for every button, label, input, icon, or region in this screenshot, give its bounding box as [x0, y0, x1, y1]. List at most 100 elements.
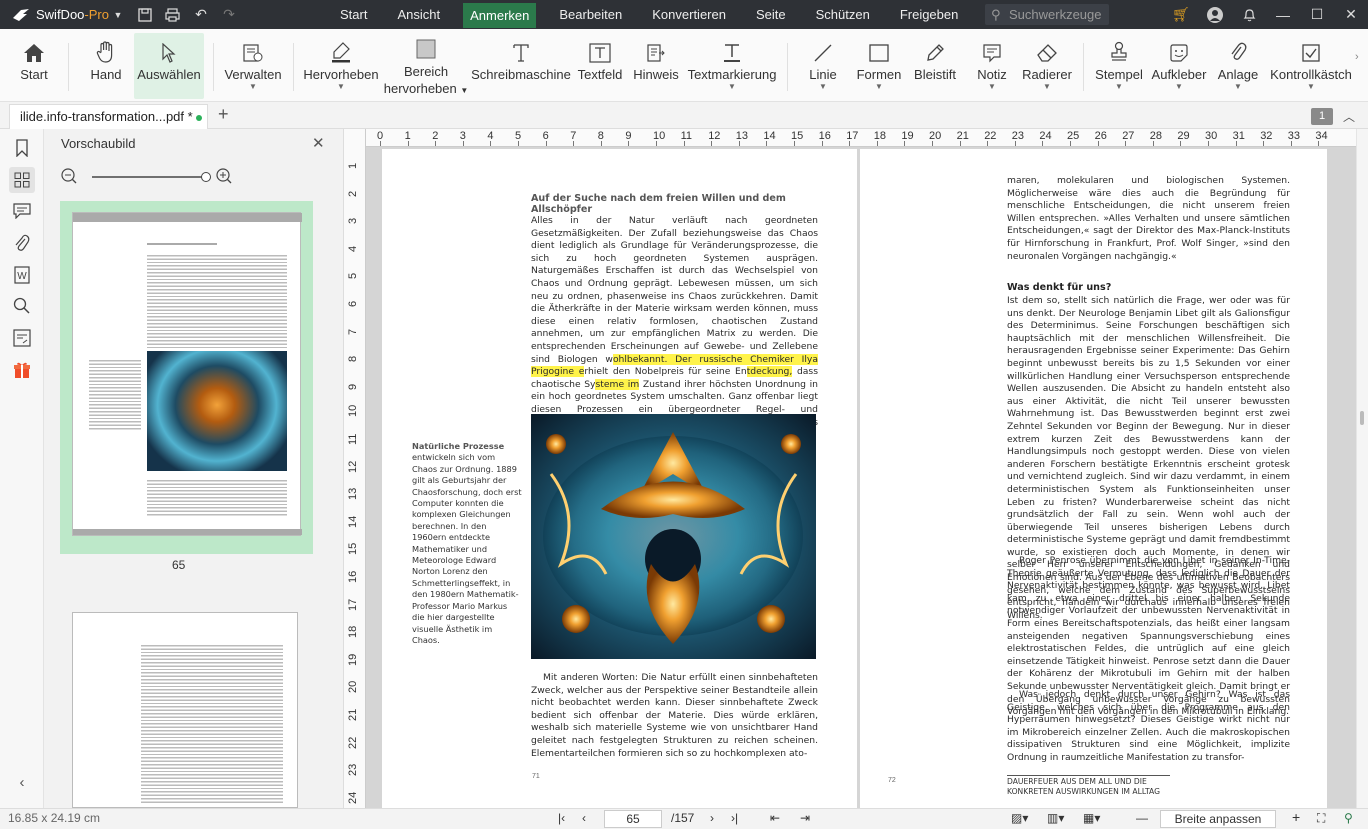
menu-tab-schuetzen[interactable]: Schützen — [801, 0, 885, 29]
note-icon — [982, 33, 1002, 63]
ruler-tick-label: 21 — [347, 708, 359, 721]
last-page-icon[interactable]: ›| — [731, 811, 738, 825]
collapse-panel-icon[interactable]: ‹ — [9, 769, 35, 795]
scrollbar-thumb[interactable] — [1360, 411, 1364, 425]
menu-tab-seite[interactable]: Seite — [741, 0, 801, 29]
hand-button[interactable]: Hand — [86, 33, 126, 99]
thumbnail-page-65[interactable] — [72, 212, 302, 536]
ruler-tick-label: 24 — [1039, 130, 1052, 142]
highlight-button[interactable]: Hervorheben ▼ — [303, 33, 379, 99]
undo-icon[interactable]: ↶ — [187, 0, 215, 29]
print-icon[interactable] — [159, 0, 187, 29]
menu-tab-anmerken[interactable]: Anmerken — [463, 3, 537, 28]
ruler-tick-label: 12 — [347, 460, 359, 473]
pin-icon[interactable]: ⚲ — [1344, 811, 1353, 825]
pdf-page-72[interactable]: maren, molekularen und biologischen Syst… — [860, 149, 1327, 808]
zoom-in-icon[interactable]: + — [1292, 809, 1300, 825]
ruler-tick-label: 11 — [680, 130, 693, 142]
body-paragraph[interactable]: Alles in der Natur verläuft nach geordne… — [531, 215, 818, 442]
back-view-icon[interactable]: ⇤ — [770, 811, 780, 825]
page-display-mode-icon[interactable]: ▨▾ — [1011, 811, 1028, 825]
area-highlight-button[interactable]: Bereich hervorheben ▼ — [384, 33, 468, 99]
bell-icon[interactable] — [1232, 0, 1266, 29]
pencil-button[interactable]: Bleistift — [912, 33, 958, 99]
page-total: /157 — [671, 811, 695, 825]
ruler-tick-label: 24 — [347, 791, 359, 804]
text-markup-button[interactable]: Textmarkierung ▼ — [688, 33, 776, 99]
ruler-tick — [1070, 141, 1071, 146]
document-tab[interactable]: ilide.info-transformation...pdf * — [9, 104, 208, 129]
thumbnail-selected-frame[interactable] — [60, 201, 313, 554]
vertical-scrollbar[interactable] — [1356, 129, 1368, 808]
hint-button[interactable]: Hinweis — [633, 33, 679, 99]
save-icon[interactable] — [131, 0, 159, 29]
menu-tab-freigeben[interactable]: Freigeben — [885, 0, 974, 29]
select-button[interactable]: Auswählen — [134, 33, 204, 99]
note-button[interactable]: Notiz ▼ — [973, 33, 1011, 99]
sticker-button[interactable]: Aufkleber ▼ — [1152, 33, 1206, 99]
zoom-in-icon[interactable] — [215, 167, 233, 185]
collapse-ribbon-icon[interactable]: ︿ — [1343, 108, 1355, 125]
shapes-button[interactable]: Formen ▼ — [855, 33, 903, 99]
zoom-slider-handle[interactable] — [201, 172, 211, 182]
attachments-icon[interactable] — [9, 230, 35, 256]
ruler-tick — [683, 141, 685, 146]
forward-view-icon[interactable]: ⇥ — [800, 811, 810, 825]
app-menu-dropdown-icon[interactable]: ▼ — [109, 0, 127, 29]
zoom-out-icon[interactable] — [60, 167, 78, 185]
first-page-icon[interactable]: |‹ — [558, 811, 565, 825]
maximize-icon[interactable]: ☐ — [1300, 0, 1334, 29]
thumbnails-icon[interactable] — [9, 167, 35, 193]
stamp-button[interactable]: Stempel ▼ — [1095, 33, 1143, 99]
body-paragraph[interactable]: maren, molekularen und biologischen Syst… — [1007, 175, 1290, 263]
pdf-page-71[interactable]: Auf der Suche nach dem freien Willen und… — [382, 149, 857, 808]
ruler-tick — [932, 141, 933, 146]
menu-tab-start[interactable]: Start — [325, 0, 382, 29]
line-button[interactable]: Linie ▼ — [803, 33, 843, 99]
menu-tab-ansicht[interactable]: Ansicht — [382, 0, 455, 29]
toolbar-scroll-right-icon[interactable]: › — [1355, 51, 1359, 63]
text-highlight[interactable]: steme im — [595, 378, 640, 390]
ruler-tick-label: 2 — [347, 190, 359, 197]
menu-tab-konvertieren[interactable]: Konvertieren — [637, 0, 741, 29]
bookmark-icon[interactable] — [9, 135, 35, 161]
signature-icon[interactable] — [9, 325, 35, 351]
layout-mode-icon[interactable]: ▥▾ — [1047, 811, 1064, 825]
search-tools-input[interactable]: ⚲ Suchwerkzeuge — [985, 4, 1109, 25]
zoom-slider[interactable] — [92, 173, 208, 181]
start-button[interactable]: Start — [14, 33, 54, 99]
cart-icon[interactable]: 🛒︎ — [1164, 0, 1198, 29]
minimize-icon[interactable]: — — [1266, 0, 1300, 29]
zoom-out-icon[interactable]: — — [1136, 811, 1148, 825]
text-highlight[interactable]: tdeckung, — [746, 366, 793, 378]
redo-icon[interactable]: ↷ — [215, 0, 243, 29]
ruler-tick — [1042, 141, 1044, 146]
document-view[interactable]: 0 1 2 3 4 5 6 7 8 9 10 11 12 13 14 15 16 17 18 19 20 21 22 23 24… — [344, 129, 1356, 808]
textfield-button[interactable]: Textfeld — [577, 33, 623, 99]
body-paragraph[interactable]: Mit anderen Worten: Die Natur erfüllt ei… — [531, 672, 818, 760]
comments-icon[interactable] — [9, 198, 35, 224]
search-icon[interactable] — [9, 293, 35, 319]
ruler-tick — [766, 141, 768, 146]
body-paragraph[interactable]: Was jedoch denkt durch unser Gehirn? Was… — [1007, 689, 1290, 765]
word-icon[interactable]: W — [9, 262, 35, 288]
thumbnail-page-66[interactable] — [72, 612, 298, 808]
next-page-icon[interactable]: › — [710, 811, 714, 825]
menu-tab-bearbeiten[interactable]: Bearbeiten — [544, 0, 637, 29]
gift-icon[interactable] — [9, 357, 35, 383]
user-avatar-icon[interactable] — [1198, 0, 1232, 29]
prev-page-icon[interactable]: ‹ — [582, 811, 586, 825]
fit-width-dropdown[interactable]: Breite anpassen — [1160, 810, 1276, 828]
fullscreen-icon[interactable]: ⛶ — [1317, 811, 1325, 826]
close-window-icon[interactable]: ✕ — [1334, 0, 1368, 29]
close-icon[interactable]: ✕ — [312, 134, 325, 152]
eraser-button[interactable]: Radierer ▼ — [1022, 33, 1072, 99]
page-number-input[interactable]: 65 — [604, 810, 662, 828]
view-mode-icon[interactable]: ▦▾ — [1083, 811, 1100, 825]
attachment-button[interactable]: Anlage ▼ — [1217, 33, 1259, 99]
home-icon — [23, 33, 45, 63]
add-tab-icon[interactable]: + — [218, 104, 229, 125]
typewriter-button[interactable]: Schreibmaschine — [471, 33, 571, 99]
manage-button[interactable]: Verwalten ▼ — [222, 33, 284, 99]
checkbox-button[interactable]: Kontrollkästch ▼ — [1270, 33, 1352, 99]
